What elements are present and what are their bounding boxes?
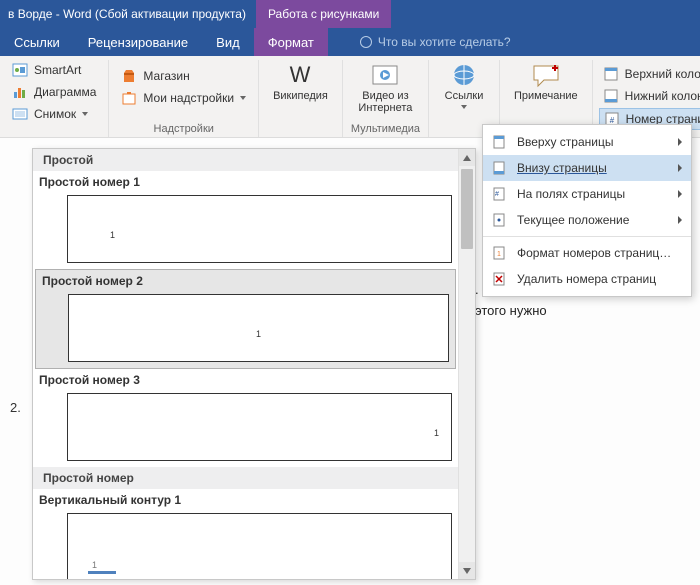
ribbon-group-media: Видео из Интернета Мультимедиа: [343, 60, 429, 137]
chevron-right-icon: [677, 163, 683, 173]
gallery-item-plain-1[interactable]: Простой номер 1 1: [33, 171, 458, 263]
ribbon-group-wikipedia: W Википедия: [259, 60, 343, 137]
tab-view[interactable]: Вид: [202, 28, 254, 56]
screenshot-button[interactable]: Снимок: [8, 104, 100, 124]
addins-icon: [121, 90, 137, 106]
menu-page-margins[interactable]: # На полях страницы: [483, 181, 691, 207]
header-dropdown[interactable]: Верхний колонтитул: [599, 64, 700, 84]
my-addins-button[interactable]: Мои надстройки: [117, 88, 250, 108]
group-label-addins: Надстройки: [117, 121, 250, 135]
page-number-menu: Вверху страницы Внизу страницы # На поля…: [482, 124, 692, 297]
chevron-down-icon: [82, 111, 88, 117]
gallery-body: Простой Простой номер 1 1 Простой номер …: [33, 149, 458, 579]
screenshot-icon: [12, 106, 28, 122]
link-icon: [448, 62, 480, 88]
group-label-media: Мультимедиа: [351, 121, 420, 135]
chevron-right-icon: [677, 189, 683, 199]
ribbon-tabs: Ссылки Рецензирование Вид Формат Что вы …: [0, 28, 700, 56]
menu-top-of-page[interactable]: Вверху страницы: [483, 129, 691, 155]
tell-me-search[interactable]: Что вы хотите сделать?: [348, 28, 523, 56]
lightbulb-icon: [360, 36, 372, 48]
page-margins-icon: #: [491, 186, 507, 202]
chevron-right-icon: [677, 215, 683, 225]
footer-icon: [603, 88, 619, 104]
titlebar: в Ворде - Word (Сбой активации продукта)…: [0, 0, 700, 28]
svg-text:1: 1: [497, 251, 501, 258]
menu-bottom-of-page[interactable]: Внизу страницы: [483, 155, 691, 181]
gallery-thumb: 1: [67, 195, 452, 263]
ribbon-group-addins: Магазин Мои надстройки Надстройки: [109, 60, 259, 137]
gallery-item-vertical-1[interactable]: Вертикальный контур 1 1: [33, 489, 458, 579]
scroll-down-icon[interactable]: [459, 562, 475, 579]
header-icon: [603, 66, 619, 82]
footer-dropdown[interactable]: Нижний колонтитул: [599, 86, 700, 106]
gallery-scrollbar[interactable]: [458, 149, 475, 579]
window-title: в Ворде - Word (Сбой активации продукта): [8, 7, 246, 21]
chart-icon: [12, 84, 28, 100]
comment-icon: [530, 62, 562, 88]
menu-format-page-numbers[interactable]: 1 Формат номеров страниц…: [483, 240, 691, 266]
chart-button[interactable]: Диаграмма: [8, 82, 100, 102]
store-icon: [121, 68, 137, 84]
links-button[interactable]: Ссылки: [437, 60, 491, 112]
smartart-icon: [12, 62, 28, 78]
wikipedia-icon: W: [284, 62, 316, 88]
menu-remove-page-numbers[interactable]: Удалить номера страниц: [483, 266, 691, 292]
svg-text:W: W: [290, 62, 311, 87]
current-position-icon: [491, 212, 507, 228]
page-bottom-icon: [491, 160, 507, 176]
online-video-button[interactable]: Видео из Интернета: [351, 60, 420, 116]
menu-current-position[interactable]: Текущее положение: [483, 207, 691, 233]
video-icon: [369, 62, 401, 88]
chevron-down-icon: [240, 95, 246, 101]
new-comment-button[interactable]: Примечание: [508, 60, 584, 104]
gallery-item-plain-3[interactable]: Простой номер 3 1: [33, 369, 458, 461]
tab-references[interactable]: Ссылки: [0, 28, 74, 56]
tab-format[interactable]: Формат: [254, 28, 328, 56]
scroll-thumb[interactable]: [461, 169, 473, 249]
ribbon-group-illustrations: SmartArt Диаграмма Снимок: [0, 60, 109, 137]
page-top-icon: [491, 134, 507, 150]
wikipedia-button[interactable]: W Википедия: [267, 60, 334, 104]
store-button[interactable]: Магазин: [117, 66, 250, 86]
smartart-button[interactable]: SmartArt: [8, 60, 100, 80]
format-icon: 1: [491, 245, 507, 261]
gallery-thumb: 1: [68, 294, 449, 362]
gallery-header-simple: Простой: [33, 149, 458, 171]
scroll-up-icon[interactable]: [459, 149, 475, 166]
page-number-gallery: Простой Простой номер 1 1 Простой номер …: [32, 148, 476, 580]
gallery-header-simple-number: Простой номер: [33, 467, 458, 489]
gallery-thumb: 1: [67, 393, 452, 461]
chevron-down-icon: [461, 104, 467, 110]
tab-review[interactable]: Рецензирование: [74, 28, 202, 56]
chevron-right-icon: [677, 137, 683, 147]
tell-me-placeholder: Что вы хотите сделать?: [378, 35, 511, 49]
gallery-item-plain-2[interactable]: Простой номер 2 1: [35, 269, 456, 369]
gallery-thumb: 1: [67, 513, 452, 579]
remove-icon: [491, 271, 507, 287]
svg-text:#: #: [495, 191, 499, 198]
context-tab-picture-tools[interactable]: Работа с рисунками: [256, 0, 391, 28]
list-number: 2.: [10, 400, 21, 415]
menu-separator: [483, 236, 691, 237]
